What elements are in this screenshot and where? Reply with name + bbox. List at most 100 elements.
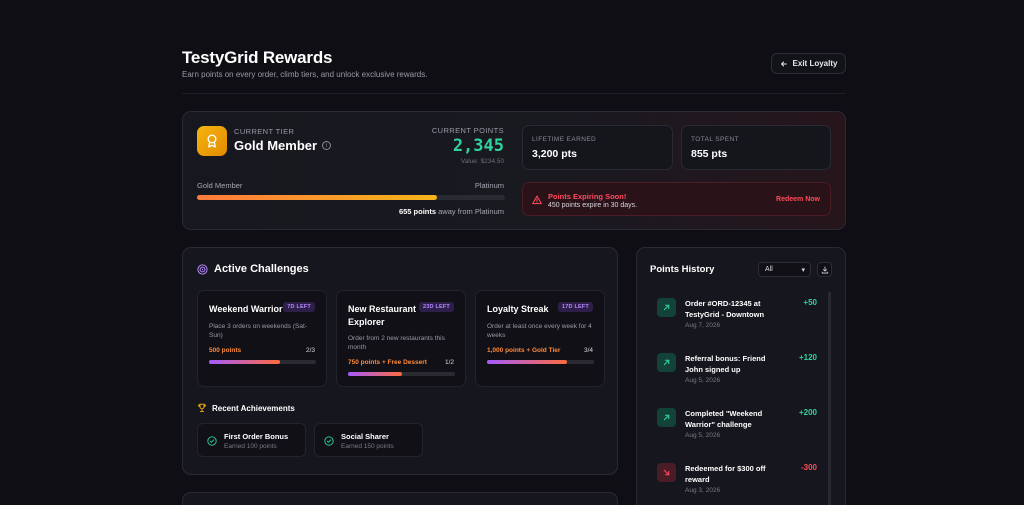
tier-progress-bar — [197, 195, 505, 200]
progress-to-label: Platinum — [474, 181, 504, 190]
challenge-card[interactable]: New Restaurant Explorer 23D LEFT Order f… — [336, 290, 466, 387]
challenge-progress-fill — [209, 360, 281, 364]
earn-arrow-icon — [657, 353, 676, 372]
challenge-description: Place 3 orders on weekends (Sat-Sun) — [209, 323, 307, 339]
warning-icon — [532, 195, 542, 205]
total-spent-value: 855 pts — [691, 148, 728, 160]
tier-badge — [197, 126, 227, 156]
history-scrollbar[interactable] — [828, 292, 831, 505]
challenge-description: Order at least once every week for 4 wee… — [487, 323, 592, 339]
current-points-value-sub: Value: $234.50 — [460, 158, 504, 165]
challenge-reward: 1,000 points + Gold Tier — [487, 347, 561, 354]
challenge-progress-count: 1/2 — [444, 359, 454, 366]
history-row: Order #ORD-12345 at TestyGrid - Downtown… — [637, 298, 827, 348]
points-history-card: Points History All ▾ Order #ORD-12345 at… — [636, 247, 846, 505]
earn-arrow-icon — [657, 408, 676, 427]
header-divider — [182, 93, 846, 94]
challenge-progress-count: 2/3 — [305, 347, 315, 354]
achievements-title-text: Recent Achievements — [212, 403, 295, 413]
achievement-name: Social Sharer — [341, 432, 389, 441]
history-row: Redeemed for $300 off reward Aug 3, 2026… — [637, 463, 827, 505]
lifetime-earned-box: LIFETIME EARNED 3,200 pts — [522, 125, 673, 170]
history-row: Referral bonus: Friend John signed up Au… — [637, 353, 827, 403]
challenge-card[interactable]: Weekend Warrior 7D LEFT Place 3 orders o… — [197, 290, 327, 387]
history-date: Aug 5, 2026 — [685, 377, 721, 384]
challenge-description: Order from 2 new restaurants this month — [348, 335, 445, 351]
exit-loyalty-button[interactable]: Exit Loyalty — [771, 53, 846, 74]
challenge-days-left-badge: 17D LEFT — [558, 302, 593, 312]
current-points-label: CURRENT POINTS — [431, 126, 504, 135]
challenge-progress-bar — [348, 372, 455, 376]
points-history-title: Points History — [650, 264, 715, 275]
check-circle-icon — [207, 436, 217, 446]
award-icon — [207, 134, 217, 148]
expiring-sub: 450 points expire in 30 days. — [548, 202, 638, 209]
history-date: Aug 5, 2026 — [685, 432, 721, 439]
history-date: Aug 3, 2026 — [685, 487, 721, 494]
history-amount: -300 — [800, 463, 817, 472]
challenge-progress-count: 3/4 — [583, 347, 593, 354]
challenge-days-left-badge: 23D LEFT — [419, 302, 454, 312]
achievement-name: First Order Bonus — [224, 432, 289, 441]
page-subtitle: Earn points on every order, climb tiers,… — [182, 70, 428, 79]
history-row: Completed "Weekend Warrior" challenge Au… — [637, 408, 827, 458]
target-icon — [197, 263, 208, 275]
info-icon[interactable]: i — [322, 141, 332, 150]
history-filter-select[interactable]: All ▾ — [758, 262, 811, 277]
lifetime-earned-label: LIFETIME EARNED — [532, 136, 597, 143]
progress-from-label: Gold Member — [197, 181, 243, 190]
tier-card: CURRENT TIER Gold Member i CURRENT POINT… — [182, 111, 846, 230]
challenge-progress-fill — [348, 372, 402, 376]
history-filter-value: All — [765, 266, 773, 273]
trophy-icon — [198, 403, 206, 413]
challenges-title: Active Challenges — [197, 263, 309, 275]
away-text: away from Platinum — [438, 207, 504, 216]
download-button[interactable] — [817, 262, 832, 277]
expiring-title: Points Expiring Soon! — [548, 192, 627, 201]
achievement-item: First Order Bonus Earned 100 points — [197, 423, 306, 457]
progress-away-text: 655 points away from Platinum — [399, 207, 504, 216]
lifetime-earned-value: 3,200 pts — [532, 148, 577, 160]
away-points: 655 points — [398, 207, 437, 216]
challenges-card: Active Challenges Weekend Warrior 7D LEF… — [182, 247, 618, 475]
points-expiring-alert: Points Expiring Soon! 450 points expire … — [522, 182, 831, 216]
arrow-left-icon — [780, 61, 787, 66]
history-date: Aug 7, 2026 — [685, 322, 721, 329]
total-spent-label: TOTAL SPENT — [691, 136, 739, 143]
total-spent-box: TOTAL SPENT 855 pts — [681, 125, 831, 170]
challenge-card[interactable]: Loyalty Streak 17D LEFT Order at least o… — [475, 290, 605, 387]
achievement-item: Social Sharer Earned 150 points — [314, 423, 423, 457]
history-amount: +120 — [798, 353, 817, 362]
history-amount: +200 — [798, 408, 817, 417]
history-description: Redeemed for $300 off reward — [685, 464, 766, 484]
current-points-value: 2,345 — [452, 136, 504, 156]
earn-arrow-icon — [657, 298, 676, 317]
achievements-title: Recent Achievements — [197, 403, 295, 413]
challenge-reward: 750 points + Free Dessert — [348, 359, 427, 366]
page-title: TestyGrid Rewards — [182, 48, 333, 67]
spend-arrow-icon — [657, 463, 676, 482]
history-amount: +50 — [803, 298, 817, 307]
challenge-progress-bar — [487, 360, 594, 364]
tier-name-text: Gold Member — [234, 138, 318, 153]
achievement-sub: Earned 150 points — [341, 443, 394, 450]
challenge-name: New Restaurant Explorer — [348, 304, 417, 327]
exit-loyalty-label: Exit Loyalty — [792, 59, 838, 68]
history-description: Referral bonus: Friend John signed up — [685, 354, 766, 374]
challenge-name: Weekend Warrior — [209, 304, 283, 314]
challenges-title-text: Active Challenges — [214, 263, 309, 275]
achievement-sub: Earned 100 points — [224, 443, 277, 450]
check-circle-icon — [324, 436, 334, 446]
history-description: Order #ORD-12345 at TestyGrid - Downtown — [685, 299, 765, 319]
redeem-now-link[interactable]: Redeem Now — [776, 196, 820, 203]
history-description: Completed "Weekend Warrior" challenge — [685, 409, 763, 429]
challenge-days-left-badge: 7D LEFT — [283, 302, 315, 312]
challenge-progress-bar — [209, 360, 316, 364]
chevron-down-icon: ▾ — [801, 267, 805, 274]
tier-name: Gold Member i — [234, 138, 332, 153]
tier-label: CURRENT TIER — [234, 127, 295, 136]
challenge-reward: 500 points — [209, 347, 242, 354]
challenge-name: Loyalty Streak — [487, 304, 549, 314]
challenge-progress-fill — [487, 360, 568, 364]
next-section-card — [182, 492, 618, 505]
